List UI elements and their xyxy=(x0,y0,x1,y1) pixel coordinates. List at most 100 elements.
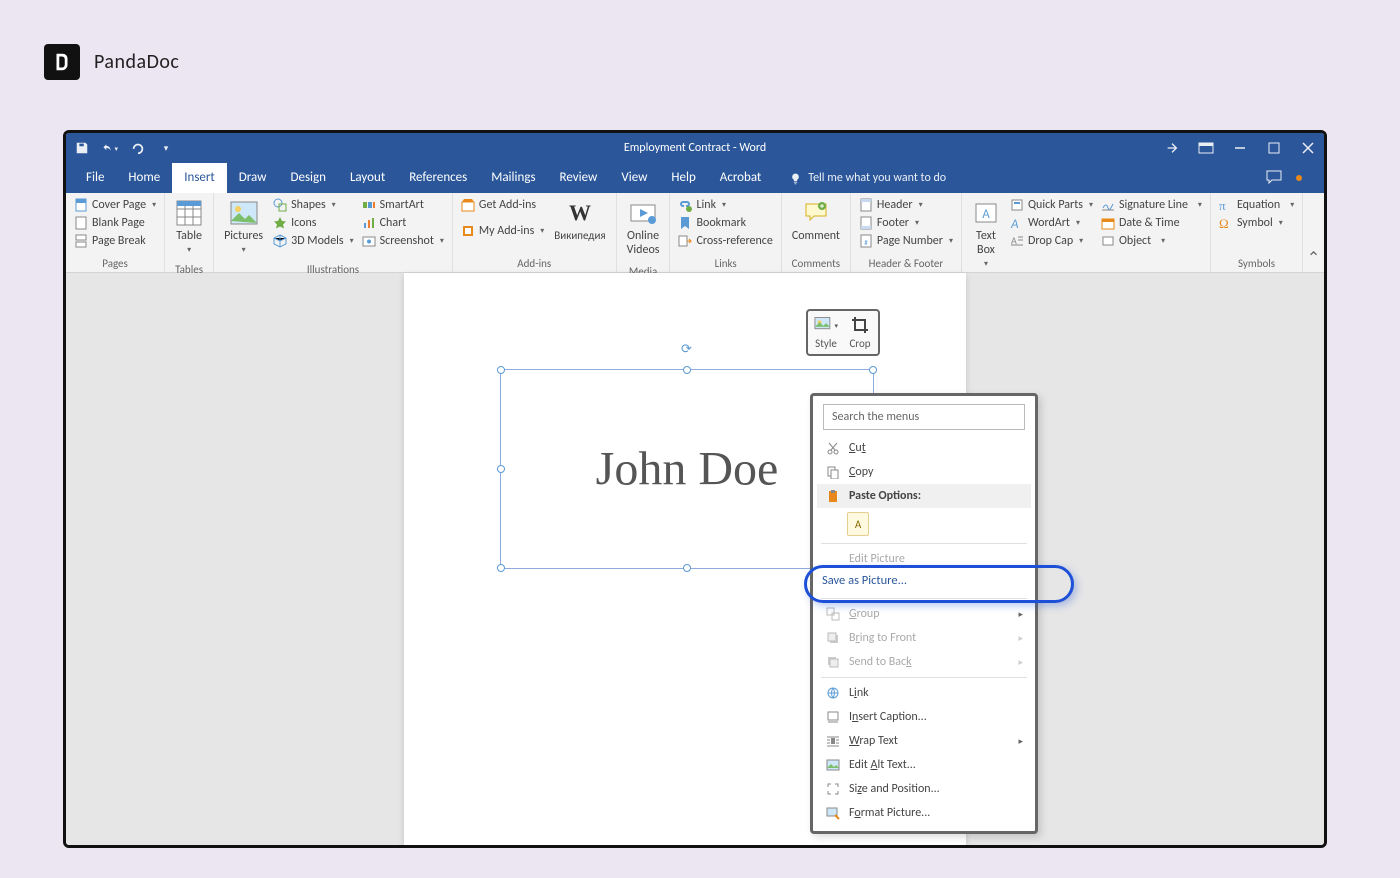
qat-customize-icon[interactable]: ▾ xyxy=(158,140,174,156)
tab-references[interactable]: References xyxy=(397,163,479,193)
tab-insert[interactable]: Insert xyxy=(172,163,227,193)
smartart-button[interactable]: SmartArt xyxy=(360,197,446,213)
lightbulb-icon xyxy=(789,172,802,185)
link-button[interactable]: Link▾ xyxy=(676,197,774,213)
format-picture-menu-item[interactable]: Format Picture... xyxy=(817,801,1031,825)
tab-layout[interactable]: Layout xyxy=(338,163,397,193)
group-icon xyxy=(825,606,841,622)
date-time-button[interactable]: Date & Time xyxy=(1099,215,1204,231)
close-icon[interactable] xyxy=(1300,140,1316,156)
drop-cap-icon: A xyxy=(1010,234,1024,248)
drop-cap-button[interactable]: ADrop Cap▾ xyxy=(1008,233,1095,249)
group-addins: Get Add-ins My Add-ins▾ W Википедия Add-… xyxy=(453,193,617,272)
account-icon[interactable] xyxy=(1164,140,1180,156)
resize-handle[interactable] xyxy=(683,366,691,374)
cut-menu-item[interactable]: Cut xyxy=(817,436,1031,460)
group-menu-item: Group▸ xyxy=(817,602,1031,626)
rotate-handle-icon[interactable]: ⟳ xyxy=(681,342,692,357)
footer-icon xyxy=(859,216,873,230)
link-menu-item[interactable]: Link xyxy=(817,681,1031,705)
paste-option-keep-source[interactable]: A xyxy=(817,508,1031,540)
my-addins-button[interactable]: My Add-ins▾ xyxy=(459,223,546,239)
resize-handle[interactable] xyxy=(497,564,505,572)
tab-mailings[interactable]: Mailings xyxy=(479,163,547,193)
pictures-button[interactable]: Pictures▾ xyxy=(220,197,267,257)
bookmark-button[interactable]: Bookmark xyxy=(676,215,774,231)
wrap-text-menu-item[interactable]: Wrap Text▸ xyxy=(817,729,1031,753)
collapse-ribbon-icon[interactable]: ⌃ xyxy=(1303,193,1324,272)
equation-button[interactable]: πEquation▾ xyxy=(1217,197,1296,213)
equation-icon: π xyxy=(1219,198,1233,212)
icons-button[interactable]: Icons xyxy=(271,215,356,231)
pictures-icon xyxy=(230,199,258,227)
window-title: Employment Contract - Word xyxy=(624,141,766,155)
redo-icon[interactable] xyxy=(130,140,146,156)
signature-line-button[interactable]: Signature Line▾ xyxy=(1099,197,1204,213)
picture-mini-toolbar: ▾ Style Crop xyxy=(806,309,880,356)
tab-design[interactable]: Design xyxy=(278,163,337,193)
get-addins-button[interactable]: Get Add-ins xyxy=(459,197,546,213)
shapes-button[interactable]: Shapes▾ xyxy=(271,197,356,213)
wikipedia-button[interactable]: W Википедия xyxy=(550,197,609,244)
chart-button[interactable]: Chart xyxy=(360,215,446,231)
cover-page-button[interactable]: Cover Page▾ xyxy=(72,197,158,213)
tab-help[interactable]: Help xyxy=(659,163,707,193)
tab-acrobat[interactable]: Acrobat xyxy=(708,163,774,193)
copy-menu-item[interactable]: Copy xyxy=(817,460,1031,484)
quick-parts-button[interactable]: Quick Parts▾ xyxy=(1008,197,1095,213)
bring-to-front-menu-item: Bring to Front▸ xyxy=(817,626,1031,650)
date-time-icon xyxy=(1101,216,1115,230)
menu-search-input[interactable]: Search the menus xyxy=(823,404,1025,430)
undo-icon[interactable]: ▾ xyxy=(102,140,118,156)
minimize-icon[interactable] xyxy=(1232,140,1248,156)
object-button[interactable]: Object▾ xyxy=(1099,233,1204,249)
3d-models-button[interactable]: 3D Models▾ xyxy=(271,233,356,249)
cross-reference-button[interactable]: Cross-reference xyxy=(676,233,774,249)
crop-icon xyxy=(848,315,872,335)
tab-file[interactable]: File xyxy=(74,163,116,193)
signature-icon xyxy=(1101,198,1115,212)
header-icon xyxy=(859,198,873,212)
footer-button[interactable]: Footer▾ xyxy=(857,215,955,231)
page-number-button[interactable]: #Page Number▾ xyxy=(857,233,955,249)
wordart-button[interactable]: AWordArt▾ xyxy=(1008,215,1095,231)
resize-handle[interactable] xyxy=(497,366,505,374)
tab-draw[interactable]: Draw xyxy=(227,163,279,193)
tab-review[interactable]: Review xyxy=(548,163,610,193)
group-symbols: πEquation▾ ΩSymbol▾ Symbols xyxy=(1211,193,1303,272)
group-media: Online Videos Media xyxy=(617,193,671,272)
insert-caption-menu-item[interactable]: Insert Caption... xyxy=(817,705,1031,729)
comment-button[interactable]: Comment xyxy=(788,197,844,245)
tab-view[interactable]: View xyxy=(609,163,659,193)
maximize-icon[interactable] xyxy=(1266,140,1282,156)
edit-alt-text-menu-item[interactable]: Edit Alt Text... xyxy=(817,753,1031,777)
tab-home[interactable]: Home xyxy=(116,163,172,193)
group-text: A Text Box▾ Quick Parts▾ AWordArt▾ ADrop… xyxy=(962,193,1211,272)
cut-icon xyxy=(825,440,841,456)
table-button[interactable]: Table▾ xyxy=(171,197,207,257)
notification-dot-icon[interactable] xyxy=(1296,175,1302,181)
symbol-button[interactable]: ΩSymbol▾ xyxy=(1217,215,1296,231)
crop-button[interactable]: Crop xyxy=(848,315,872,350)
wordart-icon: A xyxy=(1010,216,1024,230)
titlebar: ▾ ▾ Employment Contract - Word xyxy=(66,133,1324,163)
resize-handle[interactable] xyxy=(869,366,877,374)
crossref-icon xyxy=(678,234,692,248)
ribbon-display-icon[interactable] xyxy=(1198,140,1214,156)
header-button[interactable]: Header▾ xyxy=(857,197,955,213)
pandadoc-brand: PandaDoc xyxy=(44,44,179,80)
feedback-icon[interactable] xyxy=(1266,170,1282,186)
save-icon[interactable] xyxy=(74,140,90,156)
style-button[interactable]: ▾ Style xyxy=(814,315,838,350)
online-videos-button[interactable]: Online Videos xyxy=(623,197,664,259)
resize-handle[interactable] xyxy=(683,564,691,572)
size-position-menu-item[interactable]: Size and Position... xyxy=(817,777,1031,801)
text-box-button[interactable]: A Text Box▾ xyxy=(968,197,1004,271)
page-break-button[interactable]: Page Break xyxy=(72,233,158,249)
resize-handle[interactable] xyxy=(497,465,505,473)
tell-me-search[interactable]: Tell me what you want to do xyxy=(789,171,946,185)
save-as-picture-label[interactable]: Save as Picture... xyxy=(822,573,907,588)
screenshot-button[interactable]: Screenshot▾ xyxy=(360,233,446,249)
smartart-icon xyxy=(362,198,376,212)
blank-page-button[interactable]: Blank Page xyxy=(72,215,158,231)
